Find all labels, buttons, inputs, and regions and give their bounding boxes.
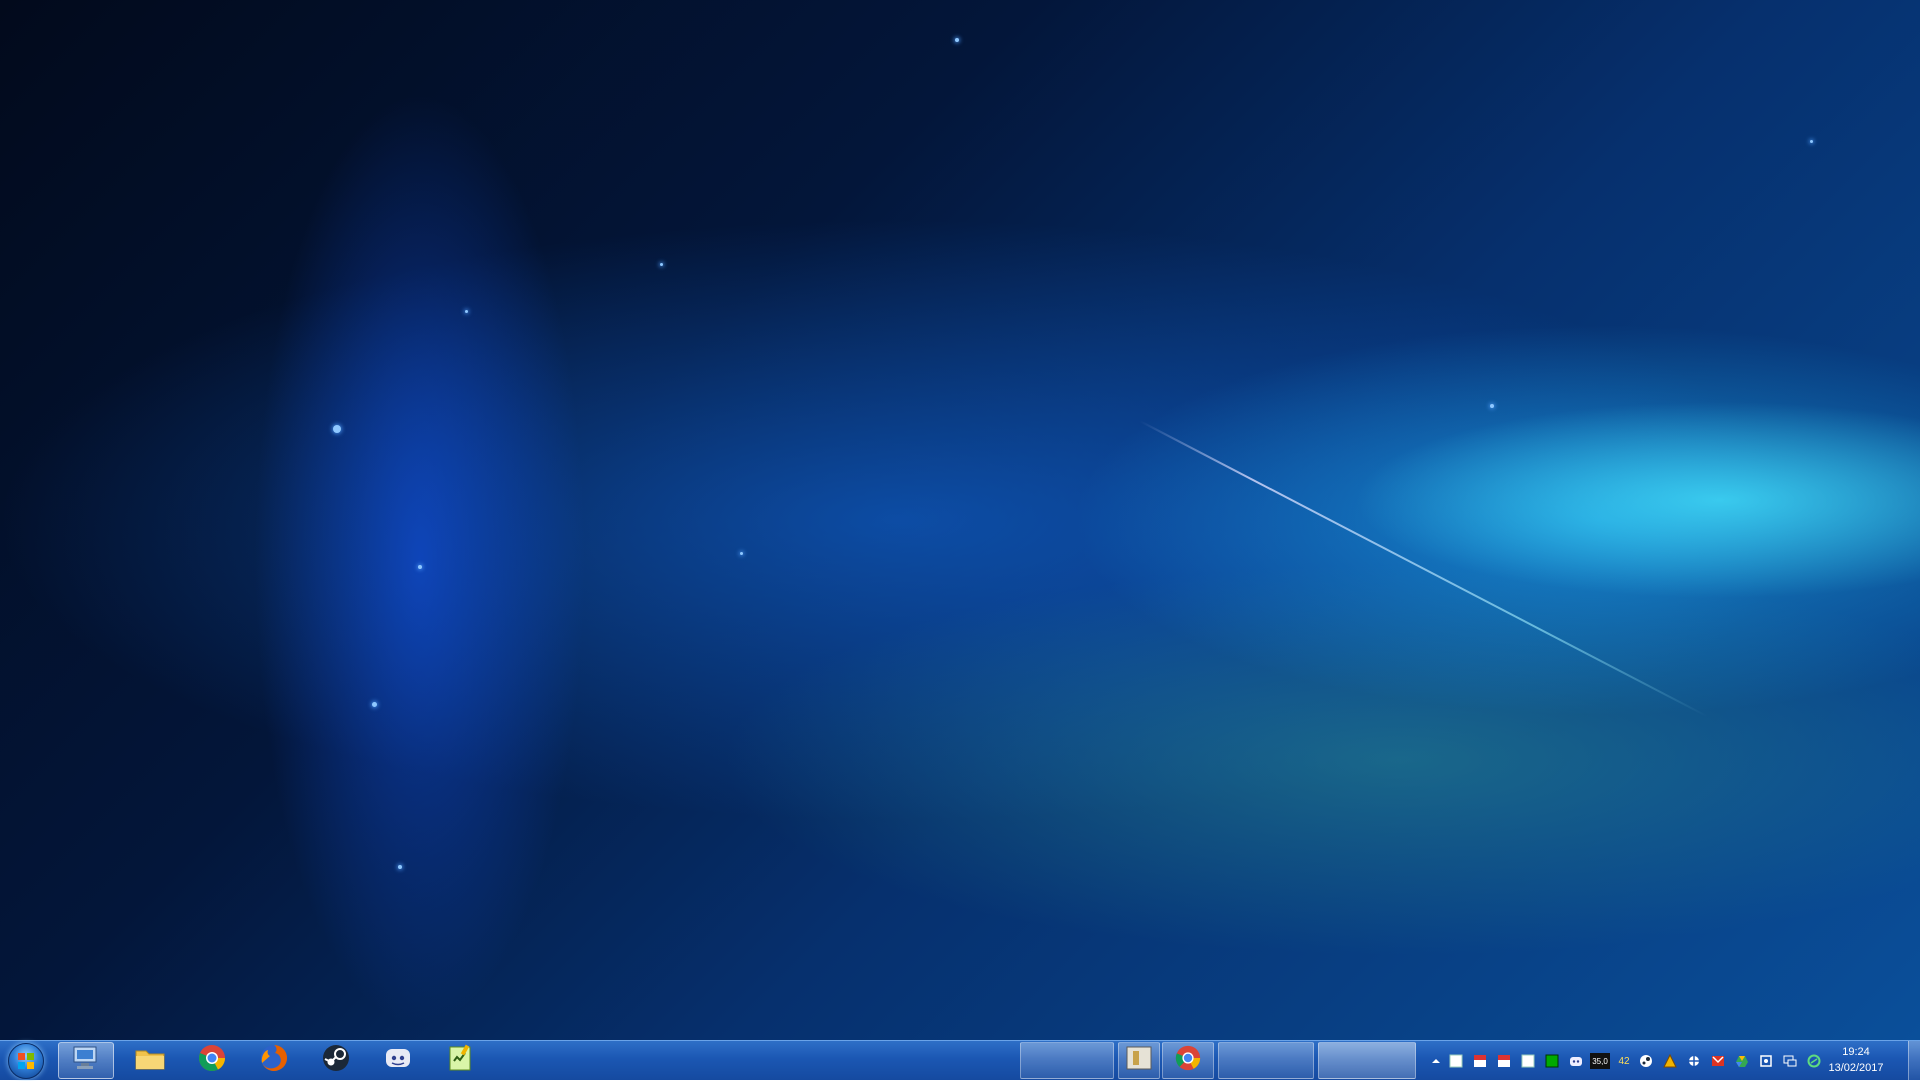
steam-tray-icon[interactable] [1638,1053,1654,1069]
star [1490,404,1494,408]
cpu-temp-icon[interactable]: 35,0 [1590,1053,1610,1069]
star [740,552,743,555]
star [333,425,341,433]
network-computer-icon [71,1044,101,1077]
taskbar-window-folder[interactable] [1118,1042,1160,1079]
star [660,263,663,266]
discord-tray-icon[interactable] [1568,1053,1584,1069]
star [372,702,377,707]
taskbar-firefox-button[interactable] [246,1042,302,1079]
chevron-up-icon[interactable] [1428,1053,1444,1069]
red-flag-icon[interactable] [1472,1053,1488,1069]
firefox-icon [259,1043,289,1078]
clock-date: 13/02/2017 [1828,1062,1884,1074]
taskbar-window-3[interactable] [1318,1042,1416,1079]
discord-icon [383,1043,413,1078]
taskbar-discord-button[interactable] [370,1042,426,1079]
chrome-window-icon [1174,1044,1202,1077]
warning-icon[interactable] [1662,1053,1678,1069]
taskbar-window-chrome[interactable] [1162,1042,1214,1079]
star [398,865,402,869]
mail-icon[interactable] [1710,1053,1726,1069]
drive-icon[interactable] [1734,1053,1750,1069]
clock-time: 19:24 [1842,1046,1870,1058]
light-streak [1139,420,1708,718]
white-square-icon[interactable] [1448,1053,1464,1069]
bug-icon[interactable] [1686,1053,1702,1069]
taskbar-network-computer-button[interactable] [58,1042,114,1079]
network-icon[interactable] [1782,1053,1798,1069]
temp-reading-icon[interactable]: 42 [1616,1053,1632,1069]
red-flag-icon[interactable] [1496,1053,1512,1069]
taskbar-window-1[interactable] [1020,1042,1114,1079]
green-square-icon[interactable] [1544,1053,1560,1069]
windows-orb-icon [8,1042,44,1079]
notepad-edit-icon [445,1043,475,1078]
settings-icon[interactable] [1758,1053,1774,1069]
steam-icon [321,1043,351,1078]
system-clock[interactable]: 19:24 13/02/2017 [1808,1044,1904,1078]
taskbar-chrome-button[interactable] [184,1042,240,1079]
star [955,38,959,42]
desktop-wallpaper [0,0,1920,1040]
star [418,565,422,569]
folder-window-icon [1125,1045,1153,1076]
star [1810,140,1813,143]
start-button[interactable] [2,1041,50,1080]
taskbar-window-2[interactable] [1218,1042,1314,1079]
star [465,310,468,313]
white-square-icon[interactable] [1520,1053,1536,1069]
chrome-icon [197,1043,227,1078]
show-desktop-button[interactable] [1908,1041,1920,1081]
folder-explorer-icon [134,1044,166,1077]
taskbar-steam-button[interactable] [308,1042,364,1079]
taskbar-notepad-button[interactable] [432,1042,488,1079]
taskbar-explorer-button[interactable] [122,1042,178,1079]
taskbar: 35,0 42 19:24 13/02/2017 [0,1040,1920,1081]
